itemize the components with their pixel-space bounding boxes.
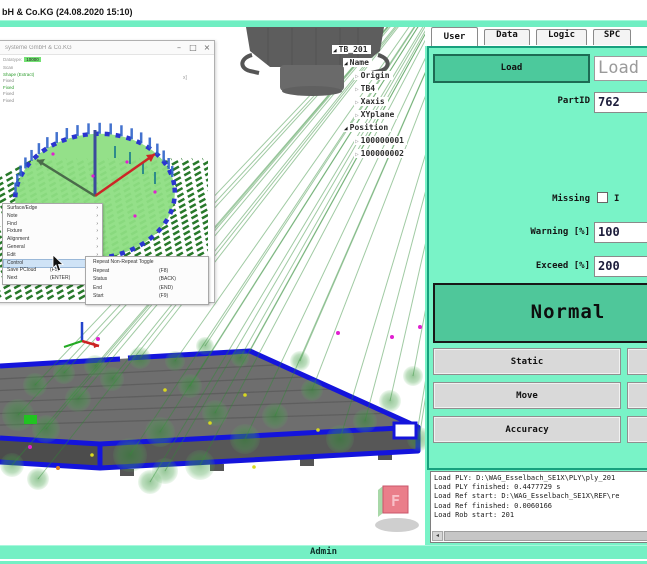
scan-step-list: ScanShape (Extract)FixedFixedFixedFixed bbox=[3, 65, 41, 104]
accent-band bbox=[0, 20, 647, 27]
log-line: Load PLY finished: 0.4477729 s bbox=[431, 483, 647, 492]
expanded-icon[interactable]: ◢ bbox=[344, 60, 348, 67]
tree-item[interactable]: ▷XYplane bbox=[332, 105, 407, 118]
submenu-arrow-icon: › bbox=[96, 205, 98, 211]
tab-user[interactable]: User bbox=[431, 27, 478, 46]
submenu-arrow-icon: › bbox=[96, 228, 98, 234]
load-button[interactable]: Load bbox=[433, 54, 590, 83]
tree-item[interactable]: ▷Xaxis bbox=[332, 92, 407, 105]
missing-option-label: I bbox=[614, 194, 619, 204]
axis-hint-label: x] bbox=[183, 75, 187, 81]
tab-strip: User Data Logic SPC bbox=[425, 27, 647, 46]
submenu-item[interactable]: Repeat(F8) bbox=[87, 268, 207, 277]
warning-label: Warning [%] bbox=[425, 227, 590, 237]
tree-item[interactable]: ▷TB4 bbox=[332, 79, 407, 92]
log-line: Load PLY: D:\WAG_Esselbach_SE1X\PLY\ply_… bbox=[431, 474, 647, 483]
exceed-label: Exceed [%] bbox=[425, 261, 590, 271]
tree-item[interactable]: ▷100000001 bbox=[332, 131, 407, 144]
move-button[interactable]: Move bbox=[433, 382, 621, 409]
load-state-display: Load bbox=[594, 56, 647, 81]
menu-item[interactable]: Fixture› bbox=[4, 228, 101, 236]
submenu-arrow-icon: › bbox=[96, 221, 98, 227]
status-bar: Admin bbox=[0, 545, 647, 559]
context-submenu: Repeat Non-Repeat ToggleRepeat(F8)Status… bbox=[85, 256, 209, 305]
window-title: bH & Co.KG (24.08.2020 15:10) bbox=[0, 5, 133, 19]
submenu-item[interactable]: Status(BACK) bbox=[87, 276, 207, 285]
log-line: Load Ref finished: 0.0060166 bbox=[431, 502, 647, 511]
control-panel: User Data Logic SPC Load Load PartID 762… bbox=[425, 27, 647, 545]
tab-data[interactable]: Data bbox=[484, 29, 530, 45]
partid-field[interactable]: 762 bbox=[594, 92, 647, 113]
log-lines: Load PLY: D:\WAG_Esselbach_SE1X\PLY\ply_… bbox=[431, 472, 647, 520]
log-line: Load Ref start: D:\WAG_Esselbach_SE1X\RE… bbox=[431, 492, 647, 501]
log-output[interactable]: Load PLY: D:\WAG_Esselbach_SE1X\PLY\ply_… bbox=[430, 471, 647, 543]
action-button-cutoff-2[interactable] bbox=[627, 382, 647, 409]
menu-item[interactable]: Find› bbox=[4, 221, 101, 229]
tree-item[interactable]: ◢TB_201 bbox=[332, 40, 407, 53]
warning-field[interactable]: 100 bbox=[594, 222, 647, 243]
menu-item[interactable]: Surface/Edge› bbox=[4, 205, 101, 213]
normal-status-button[interactable]: Normal bbox=[433, 283, 647, 343]
tree-item-label: 100000002 bbox=[361, 149, 404, 158]
action-button-cutoff-3[interactable] bbox=[627, 416, 647, 443]
static-button[interactable]: Static bbox=[433, 348, 621, 375]
scan-step-line: Fixed bbox=[3, 98, 41, 105]
pointcloud-window-titlebar[interactable]: systeme GmbH & Co.KG – □ × bbox=[0, 41, 214, 55]
datatype-value: 10000 bbox=[24, 57, 41, 62]
feature-tree: ◢TB_201◢Name▷Origin▷TB4▷Xaxis▷XYplane◢Po… bbox=[332, 40, 407, 157]
maximize-icon[interactable]: □ bbox=[186, 43, 200, 52]
missing-checkbox[interactable] bbox=[597, 192, 608, 203]
action-button-cutoff-1[interactable] bbox=[627, 348, 647, 375]
tree-item[interactable]: ▷Origin bbox=[332, 66, 407, 79]
submenu-item[interactable]: Repeat Non-Repeat Toggle bbox=[87, 259, 207, 268]
tree-item[interactable]: ◢Position bbox=[332, 118, 407, 131]
expanded-icon[interactable]: ◢ bbox=[344, 125, 348, 132]
close-icon[interactable]: × bbox=[200, 43, 214, 52]
window-titlebar: bH & Co.KG (24.08.2020 15:10) bbox=[0, 0, 647, 16]
submenu-arrow-icon: › bbox=[96, 244, 98, 250]
missing-label: Missing bbox=[425, 194, 590, 204]
submenu-item[interactable]: Start(F9) bbox=[87, 293, 207, 302]
submenu-arrow-icon: › bbox=[96, 236, 98, 242]
partid-label: PartID bbox=[425, 96, 590, 106]
tree-item[interactable]: ◢Name bbox=[332, 53, 407, 66]
pointcloud-window-title: systeme GmbH & Co.KG bbox=[0, 45, 172, 51]
datatype-label: Datatype: bbox=[3, 57, 22, 62]
collapsed-icon[interactable]: ▷ bbox=[355, 151, 359, 158]
menu-item[interactable]: Alignment› bbox=[4, 236, 101, 244]
accuracy-button[interactable]: Accuracy bbox=[433, 416, 621, 443]
minimize-icon[interactable]: – bbox=[172, 43, 186, 52]
exceed-field[interactable]: 200 bbox=[594, 256, 647, 277]
submenu-arrow-icon: › bbox=[96, 213, 98, 219]
viewport-3d[interactable]: F ◢TB_201◢Name▷Origin▷TB4▷Xaxis▷XYplane◢… bbox=[0, 27, 425, 545]
log-line: Load Rob start: 201 bbox=[431, 511, 647, 520]
scan-info-block: Datatype:10000 ScanShape (Extract)FixedF… bbox=[3, 57, 41, 104]
tree-item[interactable]: ▷100000002 bbox=[332, 144, 407, 157]
tab-logic[interactable]: Logic bbox=[536, 29, 587, 45]
tab-spc[interactable]: SPC bbox=[593, 29, 631, 45]
status-user: Admin bbox=[310, 547, 337, 557]
menu-item[interactable]: Note› bbox=[4, 213, 101, 221]
view-cube-letter: F bbox=[391, 492, 400, 510]
scroll-left-icon[interactable]: ◂ bbox=[432, 531, 443, 541]
mouse-cursor-icon bbox=[52, 255, 66, 273]
menu-item[interactable]: General› bbox=[4, 244, 101, 252]
log-horizontal-scrollbar[interactable]: ◂ bbox=[432, 531, 647, 541]
scrollbar-thumb[interactable] bbox=[444, 531, 647, 541]
datatype-line: Datatype:10000 bbox=[3, 57, 41, 62]
submenu-item[interactable]: End(END) bbox=[87, 285, 207, 294]
expanded-icon[interactable]: ◢ bbox=[333, 47, 337, 54]
